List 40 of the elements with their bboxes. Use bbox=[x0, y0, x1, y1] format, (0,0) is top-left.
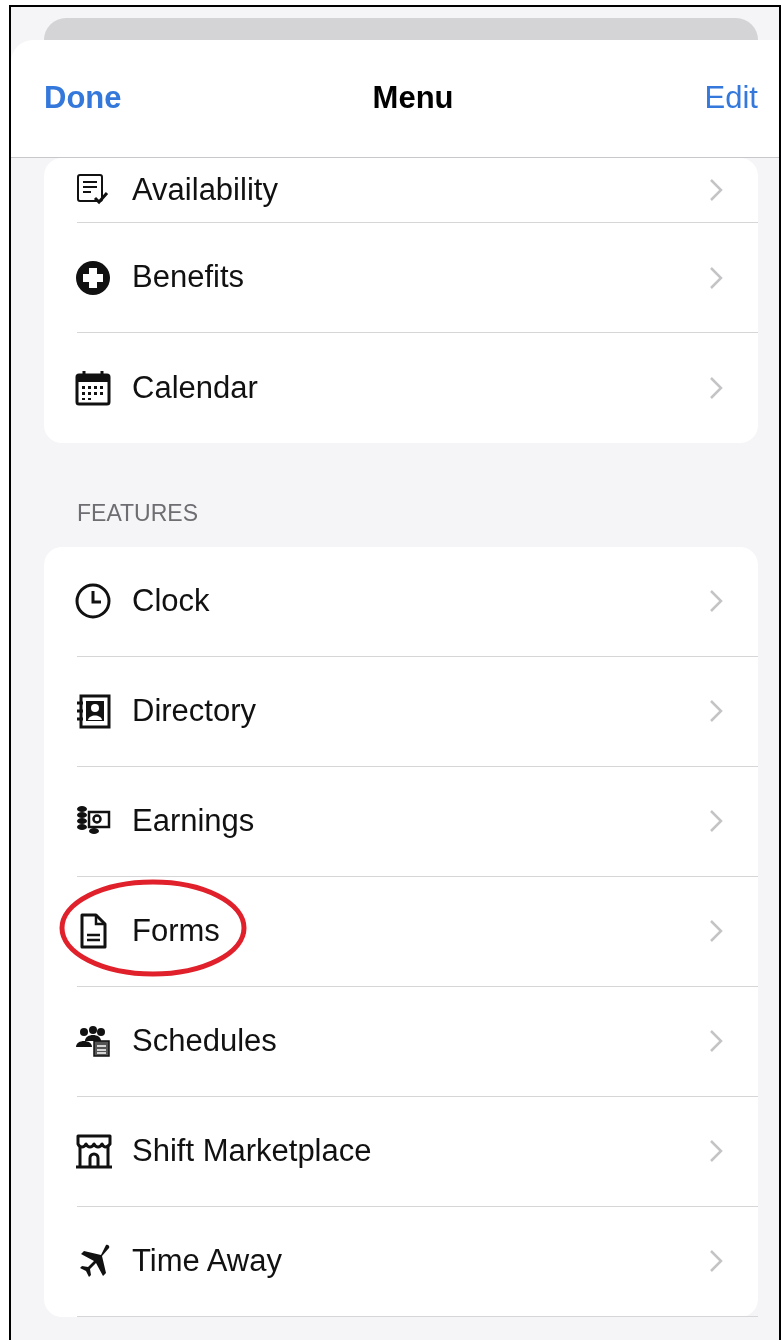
menu-item[interactable]: Shift Marketplace bbox=[77, 1096, 758, 1207]
menu-item-label: Time Away bbox=[132, 1241, 283, 1280]
menu-item-label: Shift Marketplace bbox=[132, 1131, 373, 1170]
menu-item-label: Schedules bbox=[132, 1021, 278, 1060]
menu-item-label: Benefits bbox=[132, 258, 245, 297]
edit-button[interactable]: Edit bbox=[704, 75, 758, 122]
menu-item-label: Directory bbox=[132, 691, 257, 730]
chevron-right-icon bbox=[709, 589, 723, 613]
calendar-icon bbox=[75, 370, 113, 406]
menu-item-label: Clock bbox=[132, 581, 211, 620]
chevron-right-icon bbox=[709, 1249, 723, 1273]
menu-item[interactable]: Schedules bbox=[77, 986, 758, 1097]
chevron-right-icon bbox=[709, 1029, 723, 1053]
chevron-right-icon bbox=[709, 1139, 723, 1163]
menu-item-label: Calendar bbox=[132, 368, 259, 407]
menu-item[interactable]: Benefits bbox=[77, 223, 758, 333]
chevron-right-icon bbox=[709, 919, 723, 943]
clock-icon bbox=[75, 583, 113, 619]
menu-item[interactable]: Calendar bbox=[77, 333, 758, 443]
menu-item[interactable]: Directory bbox=[77, 656, 758, 767]
screen-title: Menu bbox=[372, 79, 454, 118]
contact-book-icon bbox=[75, 693, 113, 729]
menu-item[interactable]: Time Away bbox=[77, 1206, 758, 1317]
menu-item[interactable]: Availability bbox=[77, 158, 758, 223]
plus-circle-icon bbox=[75, 259, 113, 296]
menu-item[interactable]: Clock bbox=[77, 546, 758, 657]
people-calendar-icon bbox=[75, 1023, 113, 1059]
menu-item[interactable]: Forms bbox=[77, 876, 758, 987]
chevron-right-icon bbox=[709, 265, 723, 290]
chevron-right-icon bbox=[709, 178, 723, 202]
chevron-right-icon bbox=[709, 809, 723, 833]
menu-item-label: Forms bbox=[132, 911, 221, 950]
chevron-right-icon bbox=[709, 699, 723, 723]
menu-item[interactable]: Earnings bbox=[77, 766, 758, 877]
chevron-right-icon bbox=[709, 376, 723, 400]
menu-item-label: Availability bbox=[132, 170, 279, 209]
done-button[interactable]: Done bbox=[44, 75, 122, 122]
section-header: FEATURES bbox=[76, 499, 199, 528]
menu-item-label: Earnings bbox=[132, 801, 256, 840]
storefront-icon bbox=[75, 1133, 113, 1169]
